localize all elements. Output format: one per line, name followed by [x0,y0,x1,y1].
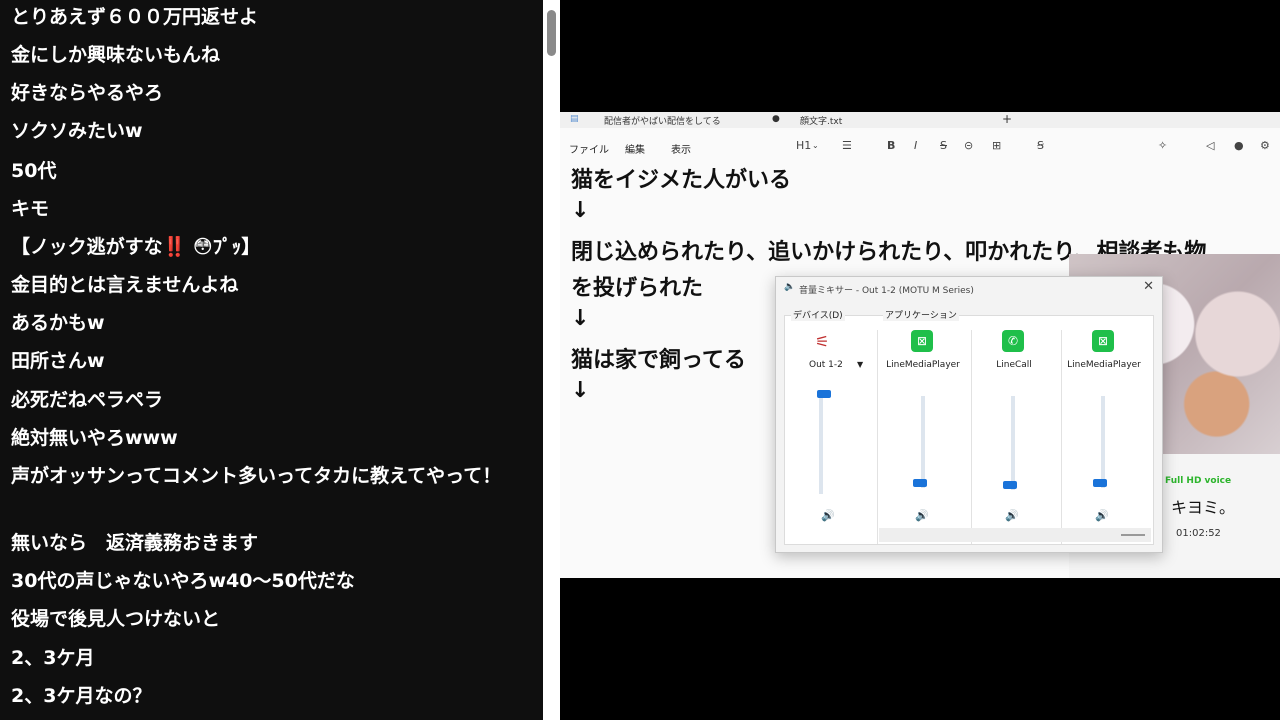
chat-message: 50代 [11,160,57,182]
tab-active[interactable]: 配信者がやばい配信をしてる [604,114,721,127]
doc-line: 猫は家で飼ってる [571,348,746,373]
app-name: LineMediaPlayer [886,360,960,370]
new-tab-button[interactable]: + [1002,112,1012,126]
app-mute-speaker-icon[interactable]: 🔊 [1095,509,1109,522]
doc-line: を投げられた [571,276,704,301]
app-mute-speaker-icon[interactable]: 🔊 [1005,509,1019,522]
app-volume-track[interactable] [921,396,925,488]
chat-panel: とりあえず６００万円返せよ 金にしか興味ないもんね 好きならやるやろ ソクソみた… [0,0,543,720]
dropdown-arrow-icon[interactable]: ▼ [857,360,863,369]
italic-icon[interactable]: I [914,139,917,152]
chat-message: 金にしか興味ないもんね [11,44,221,66]
chat-scrollbar[interactable] [543,0,560,720]
chat-message: 【ノック逃がすな‼️ 😳ﾌﾟｯ】 [11,236,261,258]
notepad-icon: ▤ [570,114,579,124]
menu-view[interactable]: 表示 [671,141,691,156]
scrollbar-thumb[interactable] [1121,534,1145,536]
mixer-title: 音量ミキサー - Out 1-2 (MOTU M Series) [799,286,974,296]
chat-message: 役場で後見人つけないと [11,608,221,630]
app-volume-thumb[interactable] [1003,481,1017,489]
app-name: LineCall [996,360,1032,370]
table-icon[interactable]: ⊞ [992,139,1001,152]
doc-line: ↓ [571,306,590,331]
linemediaplayer-icon: ⊠ [911,330,933,352]
account-icon[interactable]: ● [1234,139,1244,152]
doc-line: 猫をイジメた人がいる [571,168,792,193]
caller-name: キヨミ。 [1171,498,1236,517]
menu-edit[interactable]: 編集 [625,141,645,156]
settings-gear-icon[interactable]: ⚙ [1260,139,1270,152]
tab-second[interactable]: 顔文字.txt [800,114,842,127]
volume-mixer-dialog: 🔈 音量ミキサー - Out 1-2 (MOTU M Series) ✕ デバイ… [775,276,1163,553]
chat-message: ソクソみたいw [11,120,143,142]
mixer-panel: デバイス(D) アプリケーション ⚟ Out 1-2 ▼ 🔊 ⊠ LineMed… [784,308,1154,545]
bold-icon[interactable]: B [887,139,895,152]
chat-message: 絶対無いやろwww [11,427,178,449]
apps-group-label: アプリケーション [883,308,959,321]
chat-message: 田所さんw [11,350,105,372]
chat-message: 好きならやるやろ [11,82,164,104]
chat-message: キモ [11,198,50,220]
strikethrough-icon[interactable]: S [940,139,947,152]
chat-message: 30代の声じゃないやろw40〜50代だな [11,570,355,592]
chevron-down-icon[interactable]: ⌄ [812,141,819,150]
chat-message: 金目的とは言えませんよね [11,274,239,296]
call-timer: 01:02:52 [1176,528,1221,539]
full-hd-voice-badge: Full HD voice [1165,476,1232,486]
menu-bar: ファイル 編集 表示 H1 ⌄ ☰ B I S ⊝ ⊞ Ꞩ ✧ ◁ ● ⚙ [560,136,1280,158]
horizontal-scrollbar[interactable] [879,528,1151,542]
app-volume-track[interactable] [1011,396,1015,490]
device-mute-speaker-icon[interactable]: 🔊 [821,509,835,522]
app-mute-speaker-icon[interactable]: 🔊 [915,509,929,522]
chat-message: とりあえず６００万円返せよ [11,6,259,28]
device-group-label: デバイス(D) [791,308,845,321]
audio-device-icon: ⚟ [815,332,830,351]
speaker-icon: 🔈 [784,282,796,292]
link-icon[interactable]: ⊝ [964,139,973,152]
linecall-icon: ✆ [1002,330,1024,352]
app-volume-thumb[interactable] [1093,479,1107,487]
linemediaplayer-icon: ⊠ [1092,330,1114,352]
close-icon[interactable]: ✕ [1143,279,1154,294]
chat-message: 2、3ケ月なの？ [11,685,152,707]
chat-message: 必死だねペラペラ [11,389,164,411]
doc-line: ↓ [571,378,590,403]
tab-modified-dot: ● [772,114,780,124]
copilot-icon[interactable]: ✧ [1158,139,1167,152]
megaphone-icon[interactable]: ◁ [1206,139,1214,152]
heading-dropdown[interactable]: H1 [796,139,811,152]
list-icon[interactable]: ☰ [842,139,852,152]
app-volume-track[interactable] [1101,396,1105,488]
device-volume-track[interactable] [819,394,823,494]
doc-line: ↓ [571,198,590,223]
chat-message: あるかもw [11,312,105,334]
stream-video: ▤ 配信者がやばい配信をしてる ● 顔文字.txt + ファイル 編集 表示 H… [560,0,1280,720]
menu-file[interactable]: ファイル [569,141,609,156]
chat-scrollbar-thumb[interactable] [547,10,556,56]
chat-message: 無いなら 返済義務おきます [11,532,259,554]
device-volume-thumb[interactable] [817,390,831,398]
device-select[interactable]: Out 1-2 [809,360,843,370]
clear-format-icon[interactable]: Ꞩ [1037,139,1044,152]
notepad-window: ▤ 配信者がやばい配信をしてる ● 顔文字.txt + ファイル 編集 表示 H… [560,112,1280,578]
chat-message: 2、3ケ月 [11,647,95,669]
tab-bar: ▤ 配信者がやばい配信をしてる ● 顔文字.txt + [560,112,1280,128]
chat-message: 声がオッサンってコメント多いってタカに教えてやって！ [11,465,502,487]
app-name: LineMediaPlayer [1067,360,1141,370]
app-volume-thumb[interactable] [913,479,927,487]
